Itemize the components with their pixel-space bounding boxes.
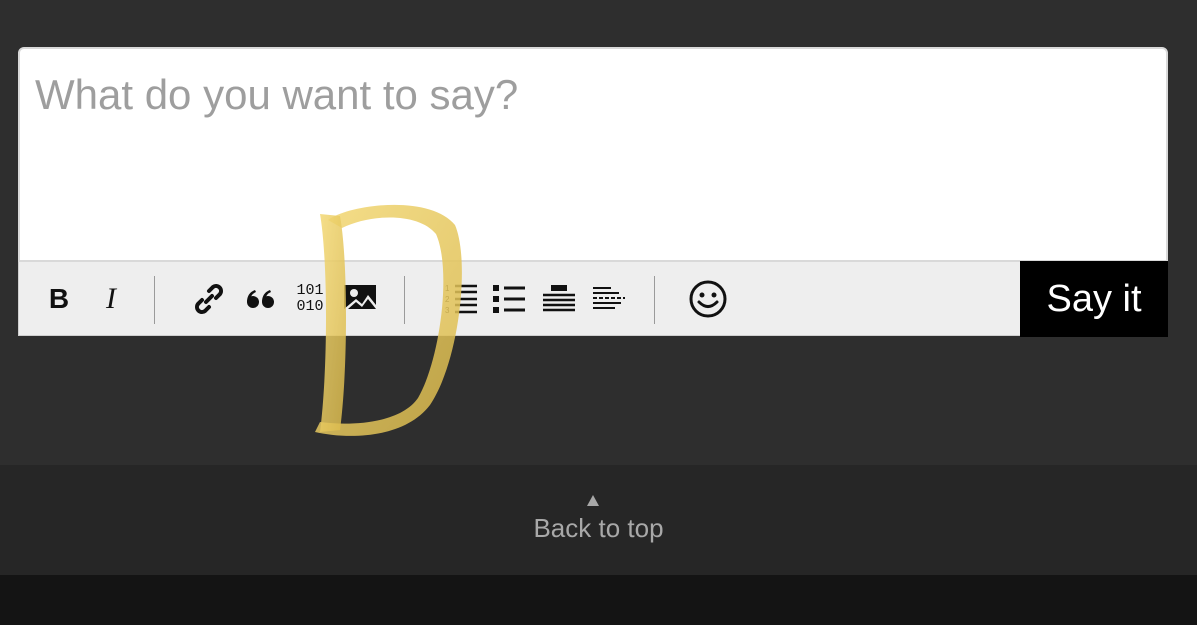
comment-editor: What do you want to say? B I 101 010 1 2… — [18, 47, 1168, 337]
horizontal-rule-button[interactable] — [589, 262, 629, 336]
italic-icon: I — [106, 282, 116, 315]
bold-icon: B — [48, 283, 70, 314]
code-button[interactable]: 101 010 — [290, 262, 330, 336]
link-icon — [195, 284, 223, 314]
code-glyph-top: 101 — [296, 282, 324, 299]
code-glyph-bottom: 010 — [296, 298, 324, 315]
svg-text:1: 1 — [445, 284, 450, 293]
up-arrow-icon — [587, 495, 599, 506]
say-it-button[interactable]: Say it — [1020, 261, 1168, 337]
heading-icon — [543, 285, 575, 312]
footer: Back to top — [0, 465, 1197, 575]
image-icon — [344, 285, 376, 309]
numbered-list-icon: 1 2 3 — [445, 284, 477, 315]
emoji-button[interactable] — [685, 262, 731, 336]
quote-icon — [247, 290, 274, 308]
formatting-toolbar: B I 101 010 1 2 3 Say it — [18, 261, 1168, 337]
quote-button[interactable] — [241, 262, 281, 336]
toolbar-divider — [654, 276, 655, 324]
svg-text:3: 3 — [445, 306, 450, 315]
emoji-icon — [689, 280, 727, 318]
toolbar-divider — [404, 276, 405, 324]
numbered-list-button[interactable]: 1 2 3 — [440, 262, 482, 336]
svg-text:2: 2 — [445, 295, 450, 304]
comment-input[interactable] — [18, 47, 1168, 262]
back-to-top-link[interactable]: Back to top — [0, 465, 1197, 575]
italic-button[interactable]: I — [93, 262, 129, 336]
bullet-list-button[interactable] — [489, 262, 529, 336]
bottom-bar — [0, 575, 1197, 625]
image-button[interactable] — [339, 262, 381, 336]
back-to-top-label: Back to top — [533, 513, 664, 543]
code-icon: 101 010 — [296, 283, 323, 315]
heading-button[interactable] — [539, 262, 579, 336]
bold-button[interactable]: B — [41, 262, 77, 336]
page-area: What do you want to say? B I 101 010 1 2… — [0, 0, 1197, 465]
bullet-list-icon — [493, 285, 525, 313]
horizontal-rule-icon — [593, 287, 625, 309]
link-button[interactable] — [187, 262, 231, 336]
toolbar-divider — [154, 276, 155, 324]
